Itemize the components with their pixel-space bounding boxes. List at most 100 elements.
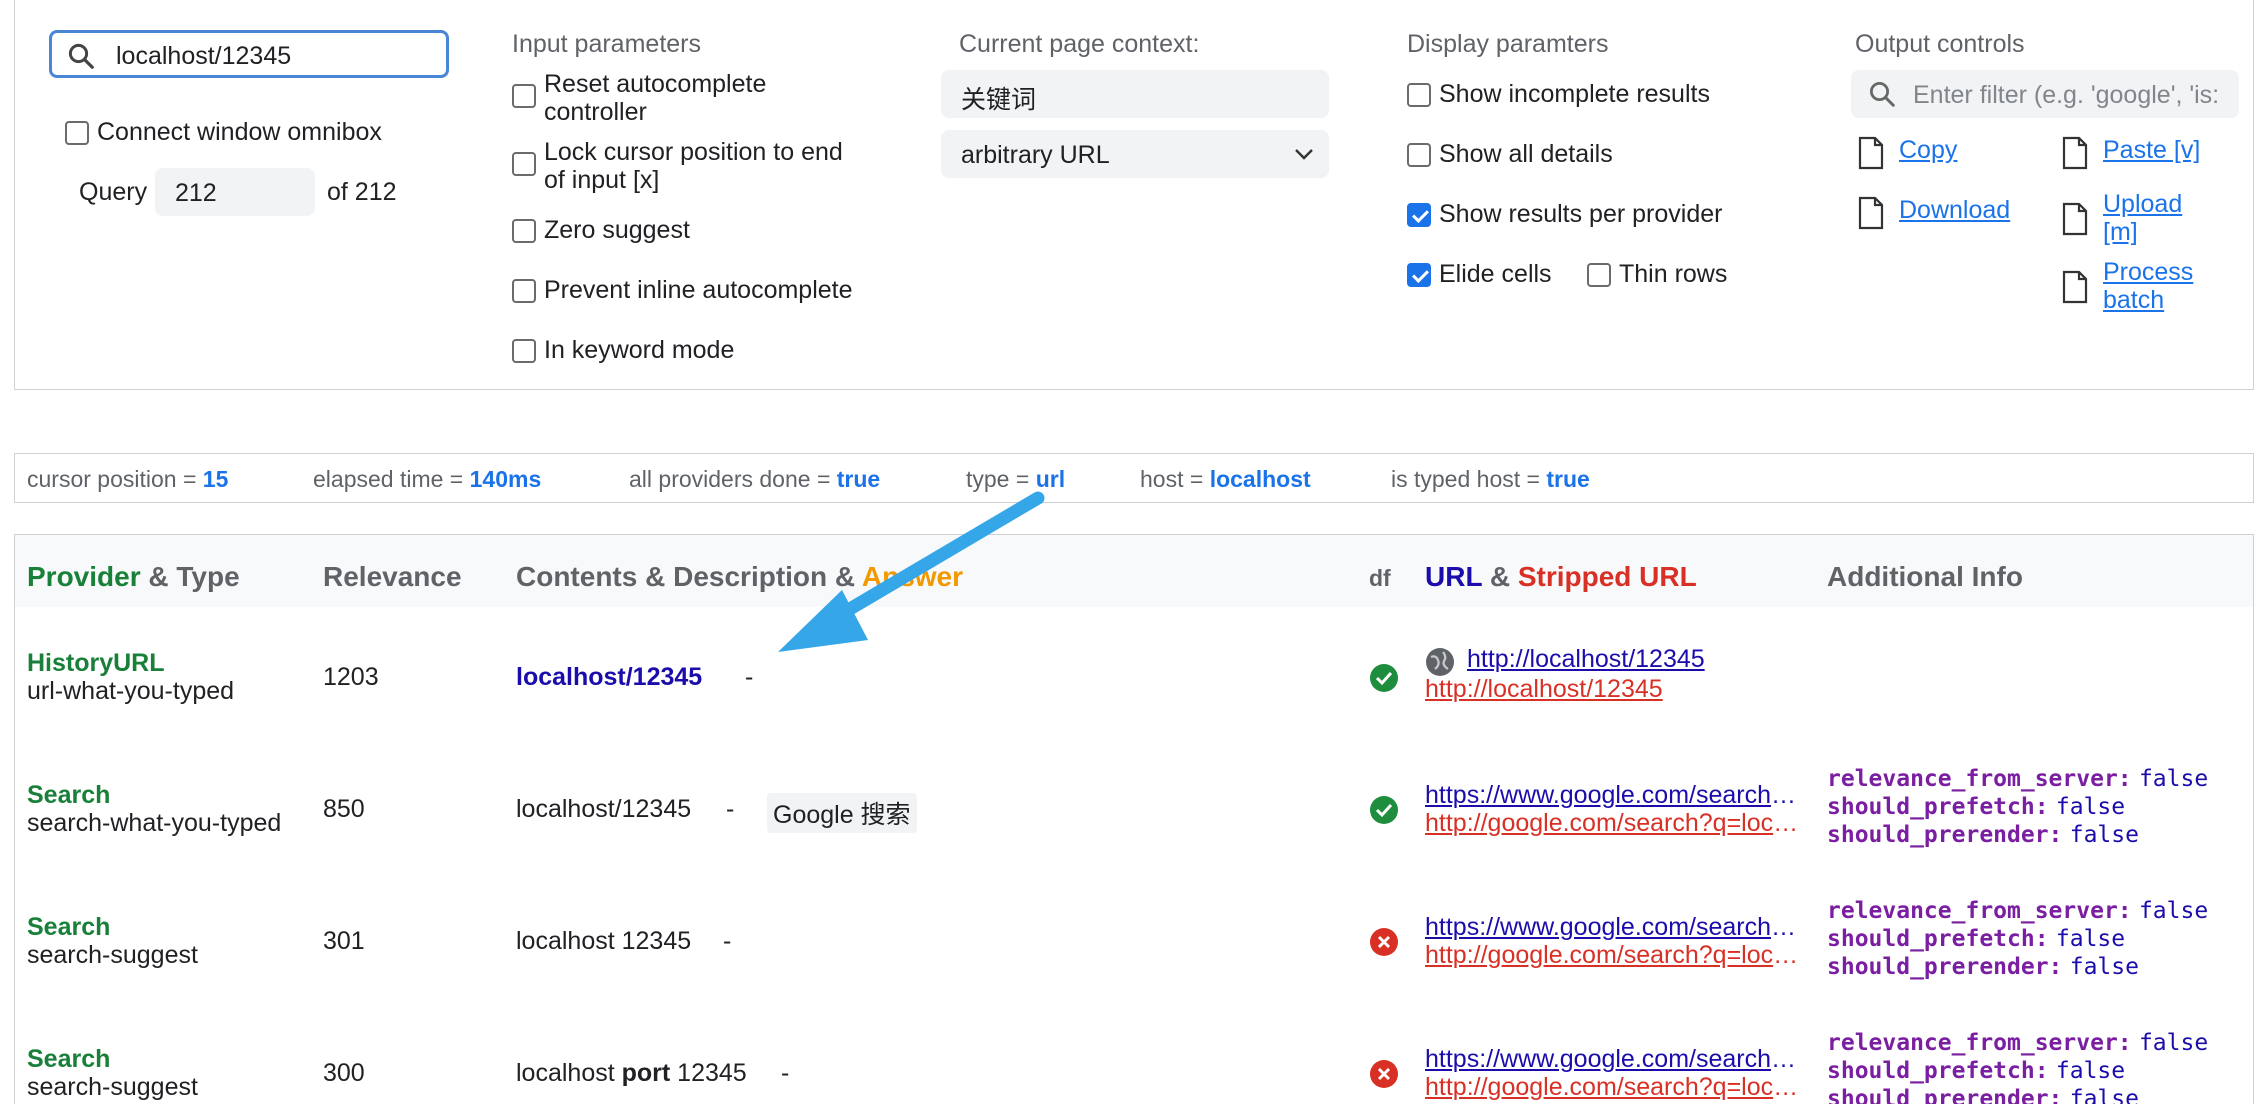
row-additional-info: relevance_from_server: false should_pref…	[1827, 1029, 2208, 1104]
page-context-input[interactable]: 关键词	[941, 70, 1329, 118]
checkbox-label: Reset autocomplete controller	[544, 70, 767, 126]
prevent-inline-autocomplete-checkbox[interactable]: Prevent inline autocomplete	[512, 276, 853, 304]
info-line: relevance_from_server: false	[1827, 766, 2209, 792]
row-type: url-what-you-typed	[27, 677, 235, 705]
lock-cursor-checkbox[interactable]: Lock cursor position to end of input [x]	[512, 138, 852, 194]
status-cursor-position: cursor position = 15	[27, 466, 229, 492]
show-all-details-checkbox[interactable]: Show all details	[1407, 140, 1613, 168]
checkbox-box[interactable]	[512, 152, 536, 176]
download-label: Download	[1899, 196, 2011, 224]
upload-button[interactable]: Upload [m]	[2061, 190, 2191, 246]
checkbox-box[interactable]	[1407, 143, 1431, 167]
row-contents: localhost port 12345	[516, 1059, 747, 1087]
row-provider: Search	[27, 1045, 111, 1073]
document-icon	[2062, 136, 2088, 170]
process-batch-button[interactable]: Process batch	[2061, 258, 2201, 314]
row-contents: localhost 12345	[516, 927, 692, 955]
copy-button[interactable]: Copy	[1857, 136, 1957, 170]
info-line: should_prerender: false	[1827, 1086, 2139, 1104]
checkbox-label: Lock cursor position to end of input [x]	[544, 138, 843, 194]
row-type: search-suggest	[27, 1073, 198, 1101]
show-incomplete-checkbox[interactable]: Show incomplete results	[1407, 80, 1710, 108]
zero-suggest-checkbox[interactable]: Zero suggest	[512, 216, 690, 244]
header-url: URL & Stripped URL	[1425, 561, 1697, 592]
row-provider: Search	[27, 913, 111, 941]
row-description: Google 搜索	[767, 793, 917, 833]
row-url-link[interactable]: https://www.google.com/search?q=localhos…	[1425, 913, 1805, 942]
status-elapsed-time: elapsed time = 140ms	[313, 466, 542, 492]
table-row[interactable]: Search search-suggest 300 localhost port…	[15, 1003, 2253, 1104]
row-separator: -	[723, 927, 732, 955]
row-stripped-url-link[interactable]: http://google.com/search?q=localhost+por…	[1425, 1073, 1805, 1102]
checkbox-box[interactable]	[1407, 203, 1431, 227]
checkbox-box[interactable]	[512, 339, 536, 363]
row-url-link[interactable]: https://www.google.com/search?q=localhos…	[1425, 781, 1805, 810]
query-total: of 212	[327, 178, 397, 206]
elide-cells-checkbox[interactable]: Elide cells	[1407, 260, 1552, 288]
reset-autocomplete-checkbox[interactable]: Reset autocomplete controller	[512, 70, 842, 126]
status-host: host = localhost	[1140, 466, 1311, 492]
paste-label: Paste [v]	[2103, 136, 2201, 164]
checkbox-box[interactable]	[65, 121, 89, 145]
checkbox-box[interactable]	[512, 84, 536, 108]
table-row[interactable]: HistoryURL url-what-you-typed 1203 local…	[15, 607, 2253, 739]
header-df: df	[1369, 565, 1391, 591]
query-label: Query	[79, 178, 148, 206]
row-stripped-url-link[interactable]: http://google.com/search?q=localhost%2F1…	[1425, 809, 1805, 838]
row-type: search-what-you-typed	[27, 809, 282, 837]
query-index-input[interactable]: 212	[155, 168, 315, 216]
results-table: Provider & Type Relevance Contents & Des…	[14, 534, 2254, 1104]
checkbox-box[interactable]	[512, 279, 536, 303]
row-provider: Search	[27, 781, 111, 809]
page-context-title: Current page context:	[959, 30, 1200, 58]
row-additional-info: relevance_from_server: false should_pref…	[1827, 897, 2208, 981]
status-typed-host: is typed host = true	[1391, 466, 1590, 492]
checkbox-box[interactable]	[512, 219, 536, 243]
checkbox-box[interactable]	[1407, 83, 1431, 107]
row-separator: -	[726, 795, 735, 823]
checkbox-label: Show incomplete results	[1439, 80, 1710, 108]
row-relevance: 300	[323, 1059, 365, 1087]
input-parameters-title: Input parameters	[512, 30, 701, 58]
search-icon	[1870, 82, 1895, 107]
checkbox-box[interactable]	[1407, 263, 1431, 287]
table-row[interactable]: Search search-what-you-typed 850 localho…	[15, 739, 2253, 871]
show-results-per-provider-checkbox[interactable]: Show results per provider	[1407, 200, 1722, 228]
row-relevance: 1203	[323, 663, 379, 691]
status-providers-done: all providers done = true	[629, 466, 881, 492]
output-controls-title: Output controls	[1855, 30, 2025, 58]
copy-label: Copy	[1899, 136, 1958, 164]
row-relevance: 850	[323, 795, 365, 823]
row-url-link[interactable]: http://localhost/12345	[1467, 645, 1705, 674]
checkbox-label: In keyword mode	[544, 336, 735, 364]
connect-window-omnibox-checkbox[interactable]: Connect window omnibox	[65, 118, 382, 146]
checkbox-label: Elide cells	[1439, 260, 1552, 288]
process-batch-label: Process batch	[2103, 258, 2194, 314]
output-filter-input[interactable]: Enter filter (e.g. 'google', 'is:	[1851, 70, 2239, 118]
checkbox-label: Zero suggest	[544, 216, 690, 244]
thin-rows-checkbox[interactable]: Thin rows	[1587, 260, 1727, 288]
header-relevance: Relevance	[323, 561, 462, 592]
download-button[interactable]: Download	[1857, 196, 2010, 230]
paste-button[interactable]: Paste [v]	[2061, 136, 2200, 170]
row-stripped-url-link[interactable]: http://google.com/search?q=localhost+123…	[1425, 941, 1805, 970]
checkbox-label: Prevent inline autocomplete	[544, 276, 853, 304]
row-url-link[interactable]: https://www.google.com/search?q=localhos…	[1425, 1045, 1805, 1074]
row-relevance: 301	[323, 927, 365, 955]
row-provider: HistoryURL	[27, 649, 165, 677]
row-stripped-url-link[interactable]: http://localhost/12345	[1425, 675, 1663, 704]
row-type: search-suggest	[27, 941, 198, 969]
omnibox-input[interactable]: localhost/12345	[49, 30, 449, 78]
row-additional-info: relevance_from_server: false should_pref…	[1827, 765, 2208, 849]
header-provider-type: Provider & Type	[27, 561, 240, 592]
chevron-down-icon	[1295, 149, 1313, 160]
page-classification-select[interactable]: arbitrary URL	[941, 130, 1329, 178]
keyword-mode-checkbox[interactable]: In keyword mode	[512, 336, 734, 364]
info-line: should_prerender: false	[1827, 954, 2139, 980]
info-line: relevance_from_server: false	[1827, 1030, 2209, 1056]
info-line: should_prerender: false	[1827, 822, 2139, 848]
document-icon	[2062, 202, 2088, 236]
checkbox-box[interactable]	[1587, 263, 1611, 287]
omnibox-value: localhost/12345	[116, 42, 292, 70]
table-row[interactable]: Search search-suggest 301 localhost 1234…	[15, 871, 2253, 1003]
